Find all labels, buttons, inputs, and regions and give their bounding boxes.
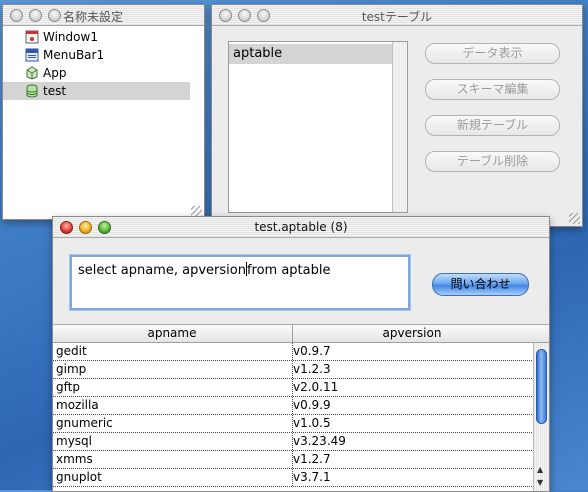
tree-item-menubar1[interactable]: MenuBar1 (3, 46, 190, 64)
tree-item-app[interactable]: App (3, 64, 190, 82)
new-table-button[interactable]: 新規テーブル (425, 115, 560, 136)
column-header-apname[interactable]: apname (53, 326, 291, 340)
query-button[interactable]: 問い合わせ (432, 273, 529, 296)
edit-schema-button[interactable]: スキーマ編集 (425, 79, 560, 100)
minimize-button[interactable] (29, 9, 42, 22)
scroll-down-icon[interactable]: ▼ (537, 478, 543, 487)
delete-table-button[interactable]: テーブル削除 (425, 151, 560, 172)
results-scrollbar[interactable]: ▲ ▼ (533, 343, 549, 491)
tree-item-label: MenuBar1 (43, 48, 105, 62)
cell-apname: gimp (56, 362, 87, 376)
cell-apname: gnumeric (56, 416, 113, 430)
cell-apversion: v3.7.1 (293, 470, 331, 484)
table-header: apname apversion (53, 325, 549, 343)
project-window-title: 名称未設定 (63, 10, 124, 24)
cell-apversion: v1.2.7 (293, 452, 331, 466)
tables-window: testテーブル aptable データ表示 スキーマ編集 新規テーブル テーブ… (211, 4, 583, 227)
app-icon (26, 66, 38, 80)
query-window: test.aptable (8) select apname, apversio… (52, 216, 550, 492)
table-row[interactable]: gnumeric v1.0.5 (53, 415, 532, 433)
cell-apname: xmms (56, 452, 93, 466)
query-window-title: test.aptable (8) (254, 220, 348, 234)
query-text: select apname, apversion (78, 263, 246, 278)
project-window: 名称未設定 Window1 MenuBar1 App test (2, 4, 205, 220)
table-list[interactable]: aptable (228, 41, 408, 213)
cell-apname: gedit (56, 344, 87, 358)
cell-apname: gftp (56, 380, 80, 394)
cell-apversion: v1.2.3 (293, 362, 331, 376)
tree-item-window1[interactable]: Window1 (3, 28, 190, 46)
cell-apname: gnuplot (56, 470, 102, 484)
close-button[interactable] (10, 9, 23, 22)
cell-apversion: v3.23.49 (293, 434, 346, 448)
query-input[interactable]: select apname, apversionfrom aptable (70, 255, 410, 310)
table-row[interactable]: mozilla v0.9.9 (53, 397, 532, 415)
column-header-apversion[interactable]: apversion (293, 326, 531, 340)
query-text-rest: from aptable (246, 263, 331, 278)
tables-window-title: testテーブル (361, 10, 433, 24)
tree-item-label: test (43, 84, 67, 98)
cell-apversion: v0.9.7 (293, 344, 331, 358)
table-row[interactable]: xmms v1.2.7 (53, 451, 532, 469)
project-tree: Window1 MenuBar1 App test (3, 26, 204, 219)
table-row[interactable]: gnuplot v3.7.1 (53, 469, 532, 487)
scroll-up-icon[interactable]: ▲ (537, 465, 543, 474)
view-data-button[interactable]: データ表示 (425, 43, 560, 64)
cell-apversion: v0.9.9 (293, 398, 331, 412)
database-icon (26, 84, 38, 98)
tree-item-test[interactable]: test (3, 82, 190, 100)
cell-apname: mozilla (56, 398, 99, 412)
table-list-item[interactable]: aptable (229, 44, 392, 64)
tree-item-label: App (43, 66, 67, 80)
results-table: apname apversion gedit v0.9.7 gimp v1.2.3 … (53, 324, 549, 491)
table-row[interactable]: gedit v0.9.7 (53, 343, 532, 361)
scrollbar-thumb[interactable] (536, 349, 547, 424)
table-row[interactable]: mysql v3.23.49 (53, 433, 532, 451)
tables-window-titlebar[interactable]: testテーブル (212, 5, 582, 26)
table-list-scrollbar[interactable] (392, 42, 407, 212)
query-window-titlebar[interactable]: test.aptable (8) (53, 217, 549, 238)
cell-apversion: v1.0.5 (293, 416, 331, 430)
table-row[interactable]: gimp v1.2.3 (53, 361, 532, 379)
cell-apversion: v2.0.11 (293, 380, 339, 394)
project-window-titlebar[interactable]: 名称未設定 (3, 5, 204, 26)
zoom-button[interactable] (48, 9, 61, 22)
tree-item-label: Window1 (43, 30, 98, 44)
menubar-icon (25, 48, 39, 62)
window-icon (25, 30, 39, 44)
table-row[interactable]: gftp v2.0.11 (53, 379, 532, 397)
cell-apname: mysql (56, 434, 92, 448)
resize-handle[interactable] (569, 213, 580, 224)
